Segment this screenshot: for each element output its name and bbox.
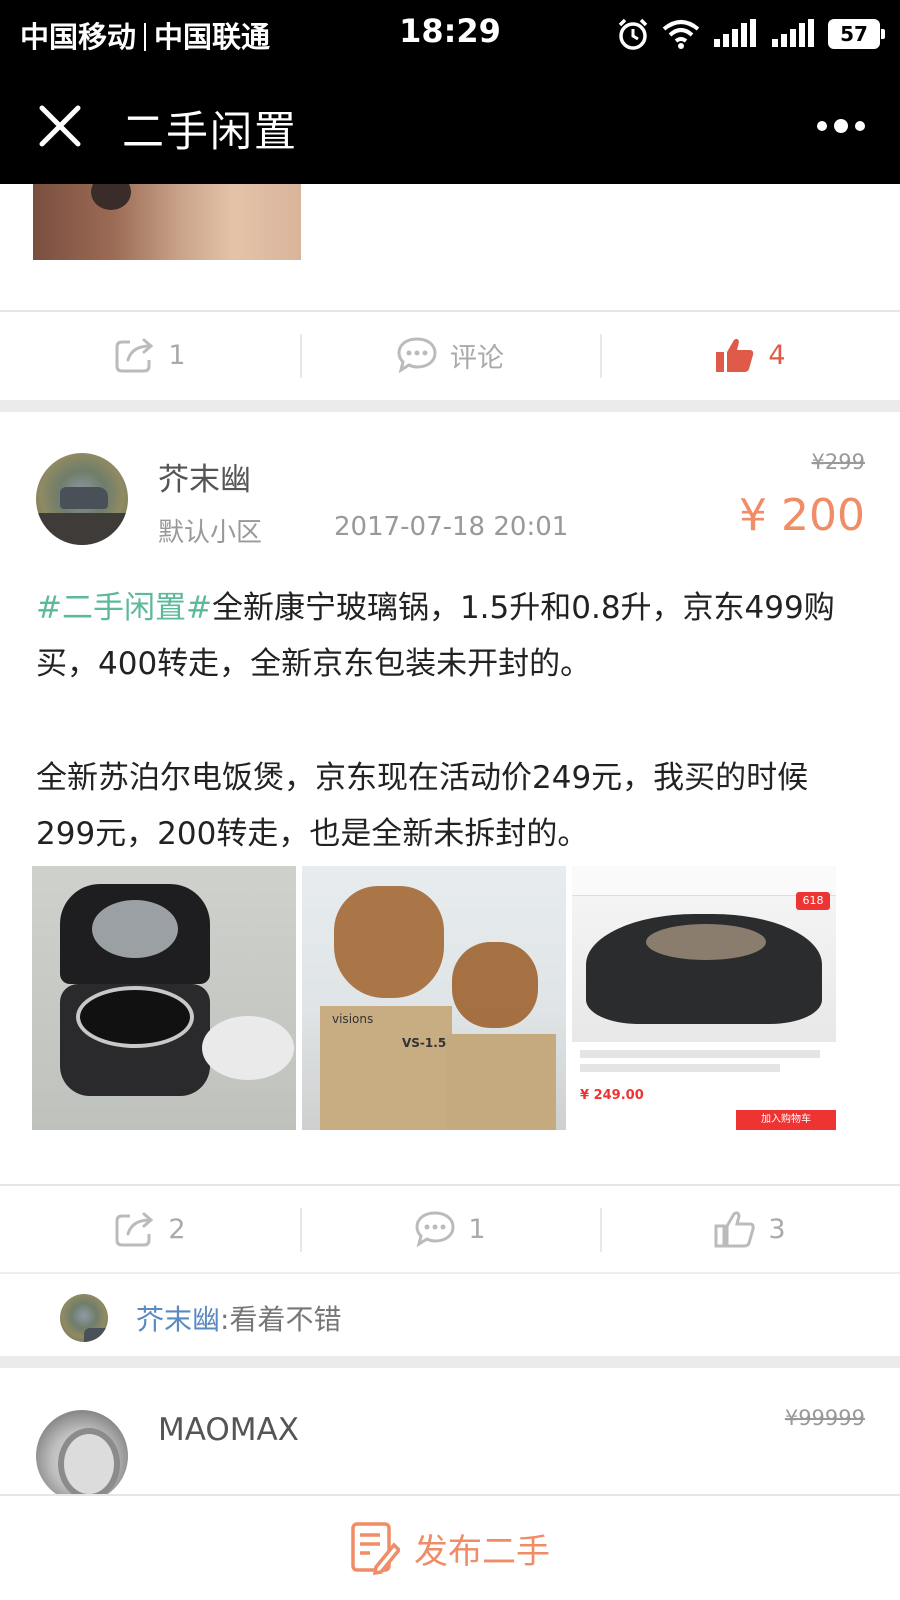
comment-text: :看着不错	[220, 1303, 342, 1336]
like-button[interactable]: 4	[600, 312, 900, 398]
feed[interactable]: 1 评论 4 芥末幽 默认小区 2017-07-18 20:01 ¥299 ¥ …	[0, 184, 900, 1494]
original-price: ¥99999	[784, 1406, 865, 1430]
like-count: 4	[768, 339, 786, 371]
photo-rice-cooker[interactable]	[32, 866, 296, 1130]
share-icon	[115, 338, 154, 373]
status-icons: 57	[616, 14, 885, 54]
avatar[interactable]	[36, 453, 128, 545]
close-icon[interactable]	[36, 102, 84, 150]
nav-bar: 二手闲置	[0, 66, 900, 184]
post-time: 2017-07-18 20:01	[334, 512, 569, 542]
alarm-icon	[618, 18, 648, 50]
publish-button[interactable]: 发布二手	[414, 1524, 550, 1573]
photo-shop-price: ¥ 249.00	[580, 1088, 644, 1103]
repost-count: 2	[168, 1213, 186, 1245]
status-bar: 中国移动 中国联通 18:29 57	[0, 0, 900, 66]
comment-icon	[397, 337, 437, 374]
repost-button[interactable]: 2	[0, 1186, 300, 1272]
comment-item: 芥末幽:看着不错	[0, 1272, 900, 1358]
comment-avatar[interactable]	[60, 1294, 108, 1342]
page-title: 二手闲置	[122, 107, 299, 156]
comment-button[interactable]: 1	[300, 1186, 600, 1272]
edit-icon	[351, 1522, 400, 1575]
repost-button[interactable]: 1	[0, 312, 300, 398]
signal-icon-sim1	[772, 19, 814, 47]
publish-bar[interactable]: 发布二手	[0, 1494, 900, 1600]
comment-button[interactable]: 评论	[300, 312, 600, 398]
wifi-icon	[662, 20, 700, 49]
post-community: 默认小区	[158, 518, 263, 548]
photo-box-label: VS-1.5	[402, 1036, 447, 1050]
photo-brand-label: visions	[332, 1012, 374, 1026]
post-photos: visions VS-1.5 618 ¥ 249.00 加入购物车	[32, 866, 836, 1130]
signal-icon-sim2	[714, 19, 756, 47]
thumbs-up-icon	[716, 338, 754, 372]
post-username[interactable]: MAOMAX	[158, 1412, 299, 1448]
comment-content: 芥末幽:看着不错	[136, 1298, 341, 1338]
next-post-card: MAOMAX ¥99999	[0, 1368, 900, 1494]
post-divider	[0, 1356, 900, 1368]
post-actions: 2 1 3	[0, 1184, 900, 1272]
photo-shop-screenshot[interactable]: 618 ¥ 249.00 加入购物车	[572, 866, 836, 1130]
comment-count: 1	[468, 1213, 486, 1245]
like-count: 3	[768, 1213, 786, 1245]
thumbs-up-icon	[714, 1211, 756, 1248]
topic-tag[interactable]: #二手闲置#	[36, 590, 212, 626]
more-icon[interactable]	[816, 116, 866, 136]
original-price: ¥299	[811, 450, 865, 474]
repost-count: 1	[168, 339, 186, 371]
post-text-2: 全新苏泊尔电饭煲，京东现在活动价249元，我买的时候299元，200转走，也是全…	[36, 760, 809, 852]
previous-post-actions: 1 评论 4	[0, 310, 900, 398]
post-divider	[0, 400, 900, 412]
photo-shop-cart: 加入购物车	[736, 1110, 836, 1130]
battery-icon: 57	[828, 19, 885, 49]
photo-shop-tag: 618	[796, 892, 830, 910]
comment-label: 评论	[450, 342, 504, 374]
like-button[interactable]: 3	[600, 1186, 900, 1272]
avatar[interactable]	[36, 1410, 128, 1494]
post-username[interactable]: 芥末幽	[158, 454, 251, 499]
comment-user[interactable]: 芥末幽	[136, 1303, 220, 1336]
share-icon	[115, 1212, 154, 1247]
photo-glass-pots[interactable]: visions VS-1.5	[302, 866, 566, 1130]
sale-price: ¥ 200	[739, 490, 865, 541]
previous-post-photo[interactable]	[33, 184, 301, 260]
post-card: 芥末幽 默认小区 2017-07-18 20:01 ¥299 ¥ 200 #二手…	[0, 412, 900, 1452]
comment-icon	[415, 1211, 455, 1248]
post-text-1: #二手闲置#全新康宁玻璃锅，1.5升和0.8升，京东499购买，400转走，全新…	[36, 580, 866, 692]
